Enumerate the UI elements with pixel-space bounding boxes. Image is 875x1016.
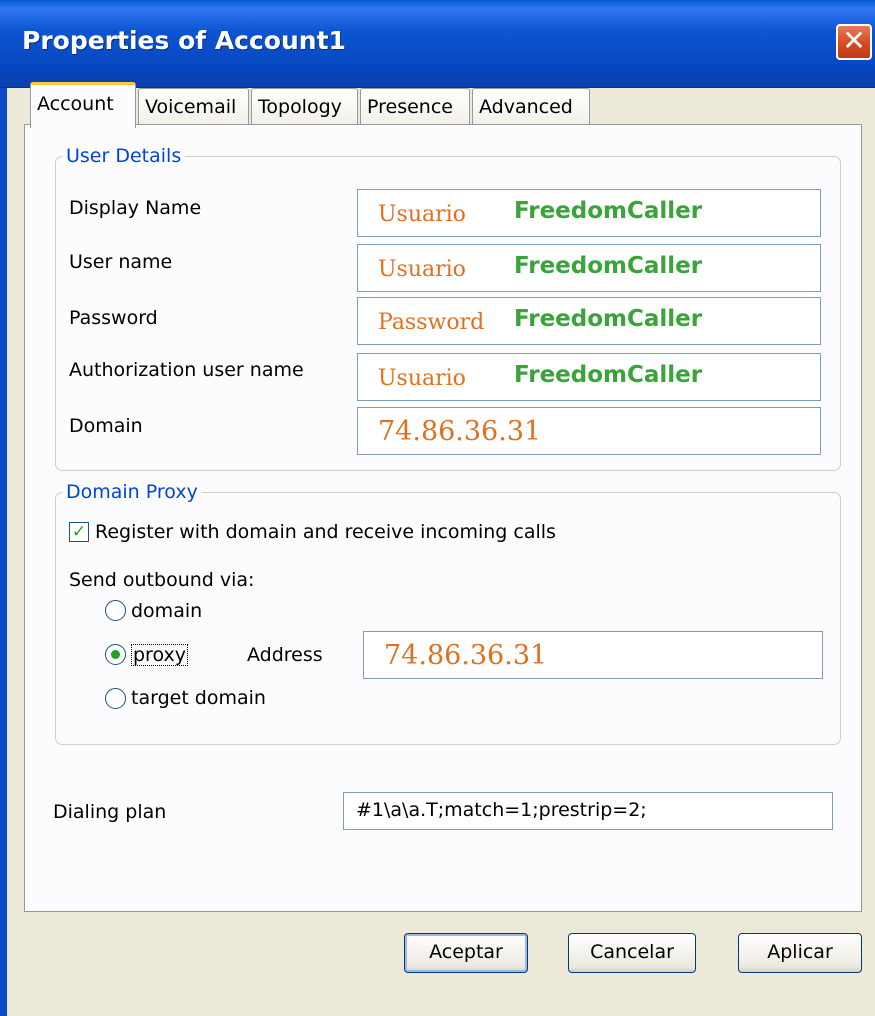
check-icon: ✓ (71, 522, 87, 542)
tab-topology[interactable]: Topology (251, 88, 358, 126)
address-field[interactable]: 74.86.36.31 (363, 631, 823, 679)
apply-button[interactable]: Aplicar (738, 933, 862, 973)
display-name-prefix: Usuario (378, 202, 466, 227)
window-title: Properties of Account1 (22, 26, 346, 55)
auth-user-name-field[interactable]: Usuario FreedomCaller (357, 353, 821, 401)
tab-panel-account: User Details Display Name Usuario Freedo… (24, 124, 862, 912)
send-outbound-label: Send outbound via: (69, 569, 255, 591)
domain-proxy-legend: Domain Proxy (66, 481, 198, 503)
close-icon: ✕ (842, 24, 866, 57)
cancel-button[interactable]: Cancelar (568, 933, 696, 973)
auth-user-name-label: Authorization user name (69, 359, 304, 381)
display-name-label: Display Name (69, 197, 202, 219)
dialing-plan-input[interactable]: #1\a\a.T;match=1;prestrip=2; (343, 792, 833, 830)
radio-target-domain-label[interactable]: target domain (131, 687, 266, 709)
radio-target-domain[interactable] (105, 688, 126, 709)
tab-account[interactable]: Account (30, 82, 136, 128)
tab-voicemail[interactable]: Voicemail (138, 88, 249, 126)
user-name-field[interactable]: Usuario FreedomCaller (357, 244, 821, 292)
user-name-label: User name (69, 251, 173, 273)
user-name-prefix: Usuario (378, 257, 466, 282)
radio-selected-dot (111, 650, 120, 659)
domain-label: Domain (69, 415, 143, 437)
user-details-legend: User Details (66, 145, 182, 167)
address-value: 74.86.36.31 (384, 640, 548, 671)
auth-user-name-prefix: Usuario (378, 366, 466, 391)
dialing-plan-label: Dialing plan (53, 801, 167, 823)
radio-domain[interactable] (105, 600, 126, 621)
password-prefix: Password (378, 310, 485, 335)
close-button[interactable]: ✕ (836, 24, 872, 60)
tab-advanced[interactable]: Advanced (472, 88, 590, 126)
domain-field[interactable]: 74.86.36.31 (357, 407, 821, 455)
tab-presence[interactable]: Presence (360, 88, 470, 126)
radio-proxy-label[interactable]: proxy (131, 644, 188, 666)
display-name-field[interactable]: Usuario FreedomCaller (357, 189, 821, 237)
register-checkbox-label[interactable]: Register with domain and receive incomin… (95, 521, 556, 543)
register-checkbox[interactable]: ✓ (69, 522, 89, 542)
ok-button[interactable]: Aceptar (404, 933, 528, 973)
domain-value: 74.86.36.31 (378, 416, 542, 447)
radio-proxy[interactable] (105, 644, 126, 665)
radio-domain-label[interactable]: domain (131, 600, 202, 622)
password-label: Password (69, 307, 158, 329)
window-left-border (0, 88, 7, 1016)
password-field[interactable]: Password FreedomCaller (357, 297, 821, 345)
title-bar: Properties of Account1 ✕ (0, 0, 875, 88)
user-name-user: FreedomCaller (514, 253, 703, 279)
password-user: FreedomCaller (514, 306, 703, 332)
display-name-user: FreedomCaller (514, 198, 703, 224)
address-label: Address (247, 644, 323, 666)
auth-user-name-user: FreedomCaller (514, 362, 703, 388)
